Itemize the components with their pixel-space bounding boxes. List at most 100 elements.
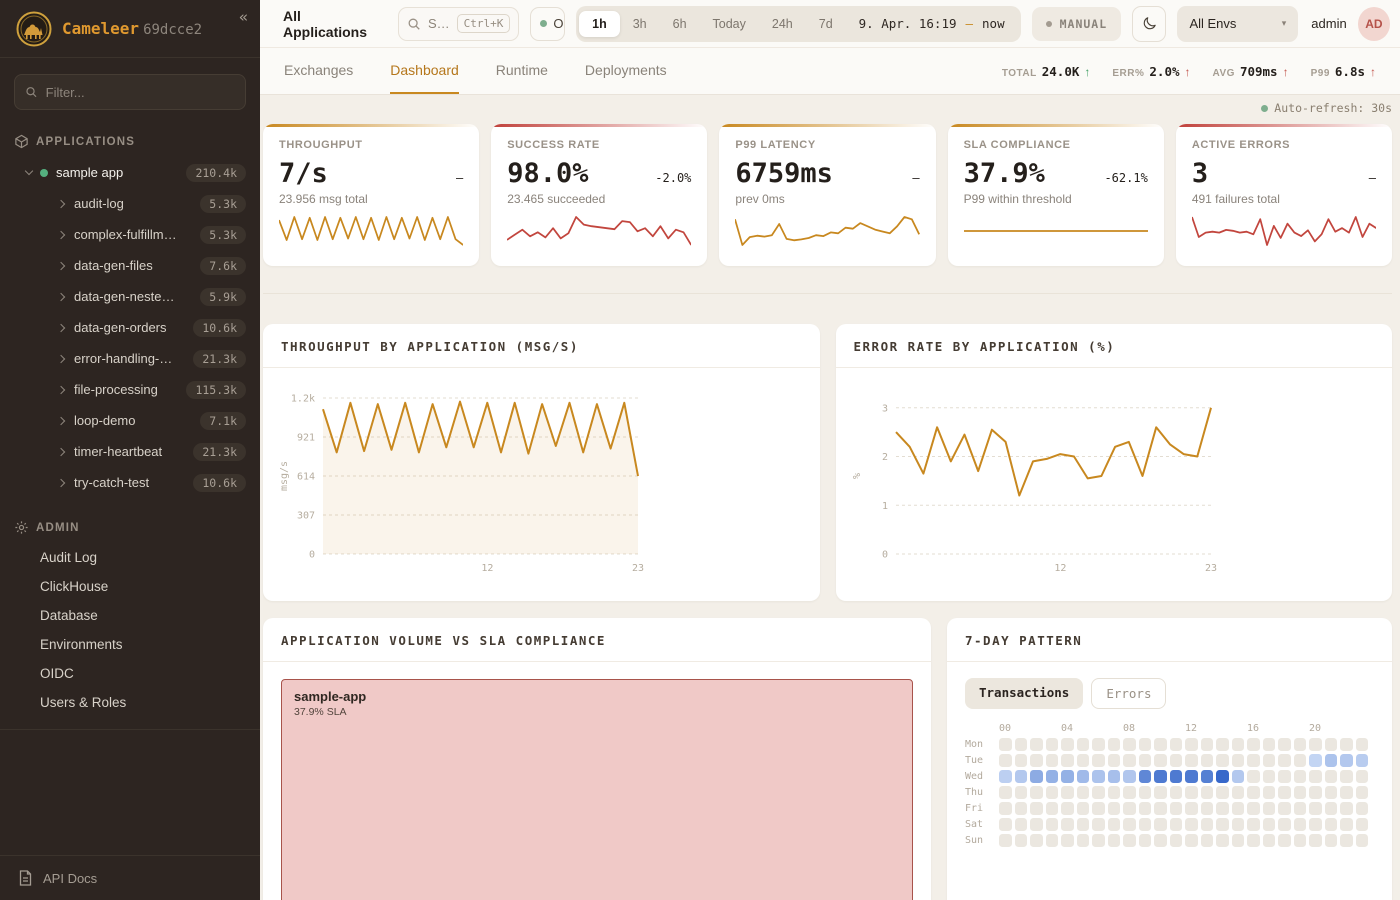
heatmap-cell bbox=[1294, 754, 1307, 767]
sidebar-collapse-icon[interactable]: « bbox=[239, 8, 248, 26]
date-to: now bbox=[982, 16, 1005, 31]
kpi-delta: -2.0% bbox=[655, 171, 691, 185]
api-docs-link[interactable]: API Docs bbox=[0, 855, 260, 900]
heatmap-cell bbox=[1232, 802, 1245, 815]
filter-input[interactable] bbox=[46, 85, 235, 100]
environment-select[interactable]: All Envs ▾ bbox=[1177, 6, 1298, 42]
sidebar-item-environments[interactable]: Environments bbox=[0, 630, 260, 659]
sidebar-filter[interactable] bbox=[14, 74, 246, 110]
sidebar-item-timer-heartbeat[interactable]: timer-heartbeat 21.3k bbox=[0, 436, 260, 467]
heatmap-cell bbox=[1263, 786, 1276, 799]
heatmap-cell bbox=[1216, 818, 1229, 831]
heatmap-cell bbox=[1108, 834, 1121, 847]
sidebar-item-data-gen-orders[interactable]: data-gen-orders10.6k bbox=[0, 312, 260, 343]
kpi-card-p99-latency: P99 LATENCY 6759ms– prev 0ms bbox=[719, 124, 935, 266]
sidebar-item-audit-log[interactable]: audit-log5.3k bbox=[0, 188, 260, 219]
time-range-24h[interactable]: 24h bbox=[759, 11, 806, 37]
time-range-control: 1h 3h 6h Today 24h 7d 9. Apr. 16:19 – no… bbox=[576, 6, 1020, 42]
admin-section-header: ADMIN bbox=[0, 508, 260, 543]
heatmap-cell bbox=[1294, 738, 1307, 751]
exchange-label: timer-heartbeat bbox=[74, 444, 162, 459]
count-badge: 5.3k bbox=[200, 226, 246, 244]
heatmap-cell bbox=[1278, 770, 1291, 783]
heatmap-cell bbox=[1185, 802, 1198, 815]
sidebar-item-complex-fulfillment[interactable]: complex-fulfillm…5.3k bbox=[0, 219, 260, 250]
global-search[interactable]: S… Ctrl+K bbox=[398, 7, 519, 41]
time-range-today[interactable]: Today bbox=[700, 11, 759, 37]
count-badge: 21.3k bbox=[193, 443, 246, 461]
heatmap-cell bbox=[1325, 786, 1338, 799]
heatmap-cell bbox=[1294, 818, 1307, 831]
sidebar-item-data-gen-files[interactable]: data-gen-files7.6k bbox=[0, 250, 260, 281]
heatmap-hour-labels: 000408121620 bbox=[965, 723, 1374, 734]
tab-runtime[interactable]: Runtime bbox=[496, 48, 548, 94]
chevron-right-icon bbox=[57, 230, 65, 238]
exchange-label: try-catch-test bbox=[74, 475, 149, 490]
chevron-right-icon bbox=[57, 416, 65, 424]
tab-deployments[interactable]: Deployments bbox=[585, 48, 667, 94]
heatmap-cell bbox=[1325, 738, 1338, 751]
sidebar-item-database[interactable]: Database bbox=[0, 601, 260, 630]
heatmap-cell bbox=[1185, 738, 1198, 751]
toggle-transactions[interactable]: Transactions bbox=[965, 678, 1083, 709]
sidebar-item-oidc[interactable]: OIDC bbox=[0, 659, 260, 688]
heatmap-cell bbox=[1201, 770, 1214, 783]
time-range-6h[interactable]: 6h bbox=[660, 11, 700, 37]
kpi-row: THROUGHPUT 7/s– 23.956 msg total SUCCESS… bbox=[263, 124, 1392, 266]
sidebar-item-clickhouse[interactable]: ClickHouse bbox=[0, 572, 260, 601]
heatmap-cell bbox=[1030, 754, 1043, 767]
heatmap-cell bbox=[1232, 738, 1245, 751]
chart-title: ERROR RATE BY APPLICATION (%) bbox=[836, 324, 1393, 368]
heatmap-row-tue: Tue bbox=[965, 754, 1374, 767]
heatmap-cell bbox=[1263, 802, 1276, 815]
time-range-1h[interactable]: 1h bbox=[579, 11, 620, 37]
tabbar: Exchanges Dashboard Runtime Deployments … bbox=[260, 48, 1400, 95]
heatmap-cell bbox=[1077, 818, 1090, 831]
manual-refresh-button[interactable]: MANUAL bbox=[1032, 7, 1122, 41]
sidebar-item-loop-demo[interactable]: loop-demo7.1k bbox=[0, 405, 260, 436]
toggle-errors[interactable]: Errors bbox=[1091, 678, 1166, 709]
chevron-right-icon bbox=[57, 199, 65, 207]
topbar: All Applications S… Ctrl+K O 1h 3h 6h To… bbox=[260, 0, 1400, 48]
online-status-pill[interactable]: O bbox=[530, 7, 565, 41]
sidebar-item-audit-log-admin[interactable]: Audit Log bbox=[0, 543, 260, 572]
sidebar-item-users-roles[interactable]: Users & Roles bbox=[0, 688, 260, 717]
avatar[interactable]: AD bbox=[1358, 7, 1390, 41]
heatmap-cell bbox=[1247, 770, 1260, 783]
heatmap-cell bbox=[1139, 818, 1152, 831]
sidebar-item-error-handling[interactable]: error-handling-…21.3k bbox=[0, 343, 260, 374]
heatmap-cell bbox=[1356, 770, 1369, 783]
exchange-label: error-handling-… bbox=[74, 351, 172, 366]
sidebar-item-file-processing[interactable]: file-processing115.3k bbox=[0, 374, 260, 405]
kpi-title: SUCCESS RATE bbox=[507, 139, 691, 151]
chevron-right-icon bbox=[57, 261, 65, 269]
heatmap-cell bbox=[1170, 738, 1183, 751]
sidebar-item-data-gen-nested[interactable]: data-gen-neste…5.9k bbox=[0, 281, 260, 312]
exchange-label: data-gen-orders bbox=[74, 320, 167, 335]
heatmap-cell bbox=[1201, 818, 1214, 831]
heatmap-cell bbox=[1278, 802, 1291, 815]
date-range-display[interactable]: 9. Apr. 16:19 – now bbox=[846, 16, 1018, 31]
treemap-cell-sample-app[interactable]: sample-app 37.9% SLA bbox=[281, 679, 913, 900]
heatmap-cell bbox=[1309, 738, 1322, 751]
heatmap-cell bbox=[1108, 738, 1121, 751]
tab-dashboard[interactable]: Dashboard bbox=[390, 48, 459, 94]
svg-text:23: 23 bbox=[632, 563, 644, 574]
time-range-3h[interactable]: 3h bbox=[620, 11, 660, 37]
heatmap-cell bbox=[1263, 818, 1276, 831]
heatmap-cell bbox=[1046, 770, 1059, 783]
sidebar-item-sample-app[interactable]: sample app 210.4k bbox=[0, 157, 260, 188]
heatmap-cell bbox=[1216, 754, 1229, 767]
sidebar: Cameleer69dcce2 « APPLICATIONS sample ap… bbox=[0, 0, 260, 900]
sparkline bbox=[964, 214, 1148, 248]
heatmap-cell bbox=[1030, 834, 1043, 847]
dark-mode-toggle[interactable] bbox=[1132, 6, 1166, 42]
search-icon bbox=[407, 17, 421, 31]
time-range-7d[interactable]: 7d bbox=[806, 11, 846, 37]
sidebar-item-try-catch-test[interactable]: try-catch-test10.6k bbox=[0, 467, 260, 498]
tab-exchanges[interactable]: Exchanges bbox=[284, 48, 353, 94]
card-accent-bar bbox=[1176, 124, 1392, 127]
svg-text:3: 3 bbox=[881, 403, 887, 414]
heatmap-cell bbox=[1123, 786, 1136, 799]
heatmap-cell bbox=[1154, 738, 1167, 751]
